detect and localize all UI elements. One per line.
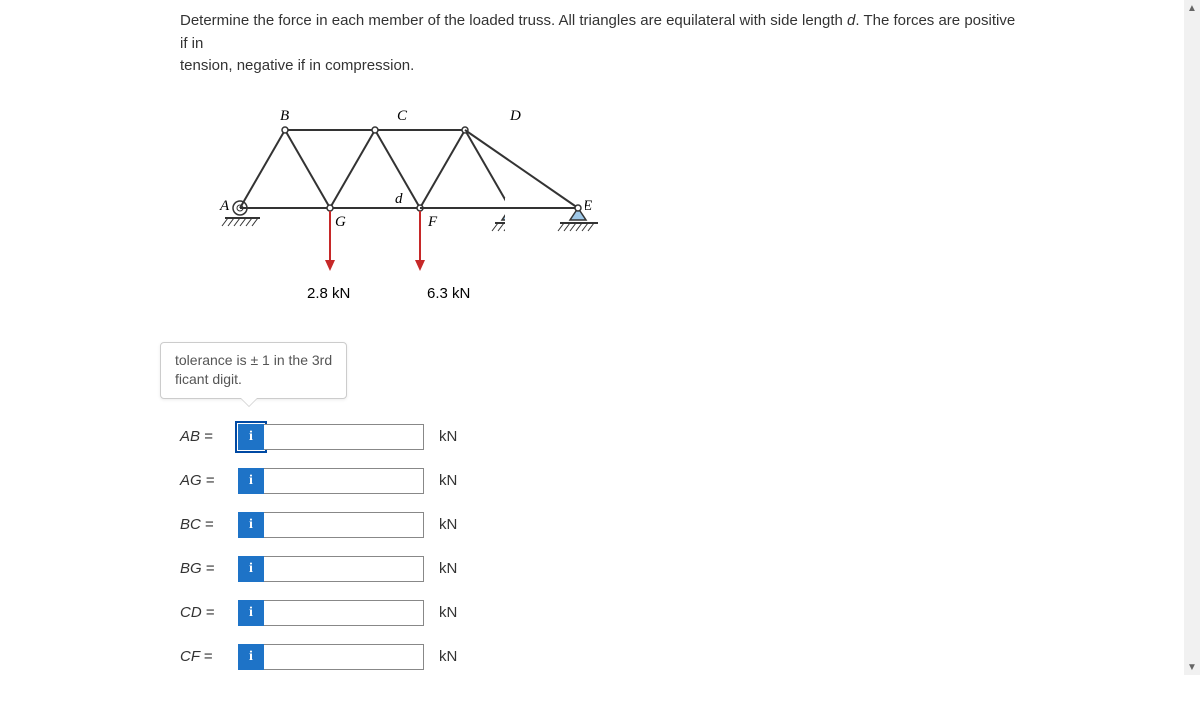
load-g-label: 2.8 kN: [307, 285, 350, 302]
answer-input-bc[interactable]: [264, 512, 424, 538]
tooltip-line1: tolerance is ± 1 in the 3rd: [175, 352, 332, 368]
answer-input-cf[interactable]: [264, 644, 424, 670]
info-button[interactable]: i: [238, 600, 264, 626]
info-button[interactable]: i: [238, 512, 264, 538]
tooltip-line2: ficant digit.: [175, 371, 242, 387]
scroll-up-icon[interactable]: ▲: [1184, 0, 1200, 16]
load-f-label: 6.3 kN: [427, 285, 470, 302]
vertical-scrollbar[interactable]: ▲ ▼: [1184, 0, 1200, 675]
node-label-d: D: [509, 108, 521, 124]
node-label-c: C: [397, 108, 408, 124]
answer-label: AB =: [180, 428, 230, 445]
node-label-f: F: [427, 214, 438, 230]
answer-input-cd[interactable]: [264, 600, 424, 626]
answer-row-ag: AG = i kN: [180, 468, 1020, 494]
node-label-a: A: [219, 198, 230, 214]
scroll-down-icon[interactable]: ▼: [1184, 659, 1200, 675]
info-button[interactable]: i: [238, 556, 264, 582]
problem-text-1: Determine the force in each member of th…: [180, 12, 847, 29]
answer-row-cf: CF = i kN: [180, 644, 1020, 670]
answer-label: CF =: [180, 648, 230, 665]
answer-row-bg: BG = i kN: [180, 556, 1020, 582]
answer-input-ag[interactable]: [264, 468, 424, 494]
answer-row-bc: BC = i kN: [180, 512, 1020, 538]
answer-label: CD =: [180, 604, 230, 621]
problem-text-3: tension, negative if in compression.: [180, 57, 414, 74]
unit-label: kN: [439, 428, 457, 445]
unit-label: kN: [439, 472, 457, 489]
answer-label: AG =: [180, 472, 230, 489]
node-label-b: B: [280, 108, 289, 124]
answer-input-ab[interactable]: [264, 424, 424, 450]
info-button[interactable]: i: [238, 424, 264, 450]
answer-row-ab: AB = i kN: [180, 424, 1020, 450]
answer-label: BC =: [180, 516, 230, 533]
answer-row-cd: CD = i kN: [180, 600, 1020, 626]
tolerance-tooltip: tolerance is ± 1 in the 3rd ficant digit…: [160, 342, 347, 399]
unit-label: kN: [439, 516, 457, 533]
answer-label: BG =: [180, 560, 230, 577]
unit-label: kN: [439, 560, 457, 577]
unit-label: kN: [439, 604, 457, 621]
node-label-g: G: [335, 214, 346, 230]
truss-diagram: A B C D E F G d 2.8 kN 6.3 kN: [200, 98, 1020, 312]
info-button[interactable]: i: [238, 644, 264, 670]
dim-label-d: d: [395, 191, 403, 207]
unit-label: kN: [439, 648, 457, 665]
answer-input-bg[interactable]: [264, 556, 424, 582]
problem-statement: Determine the force in each member of th…: [180, 10, 1020, 78]
info-button[interactable]: i: [238, 468, 264, 494]
